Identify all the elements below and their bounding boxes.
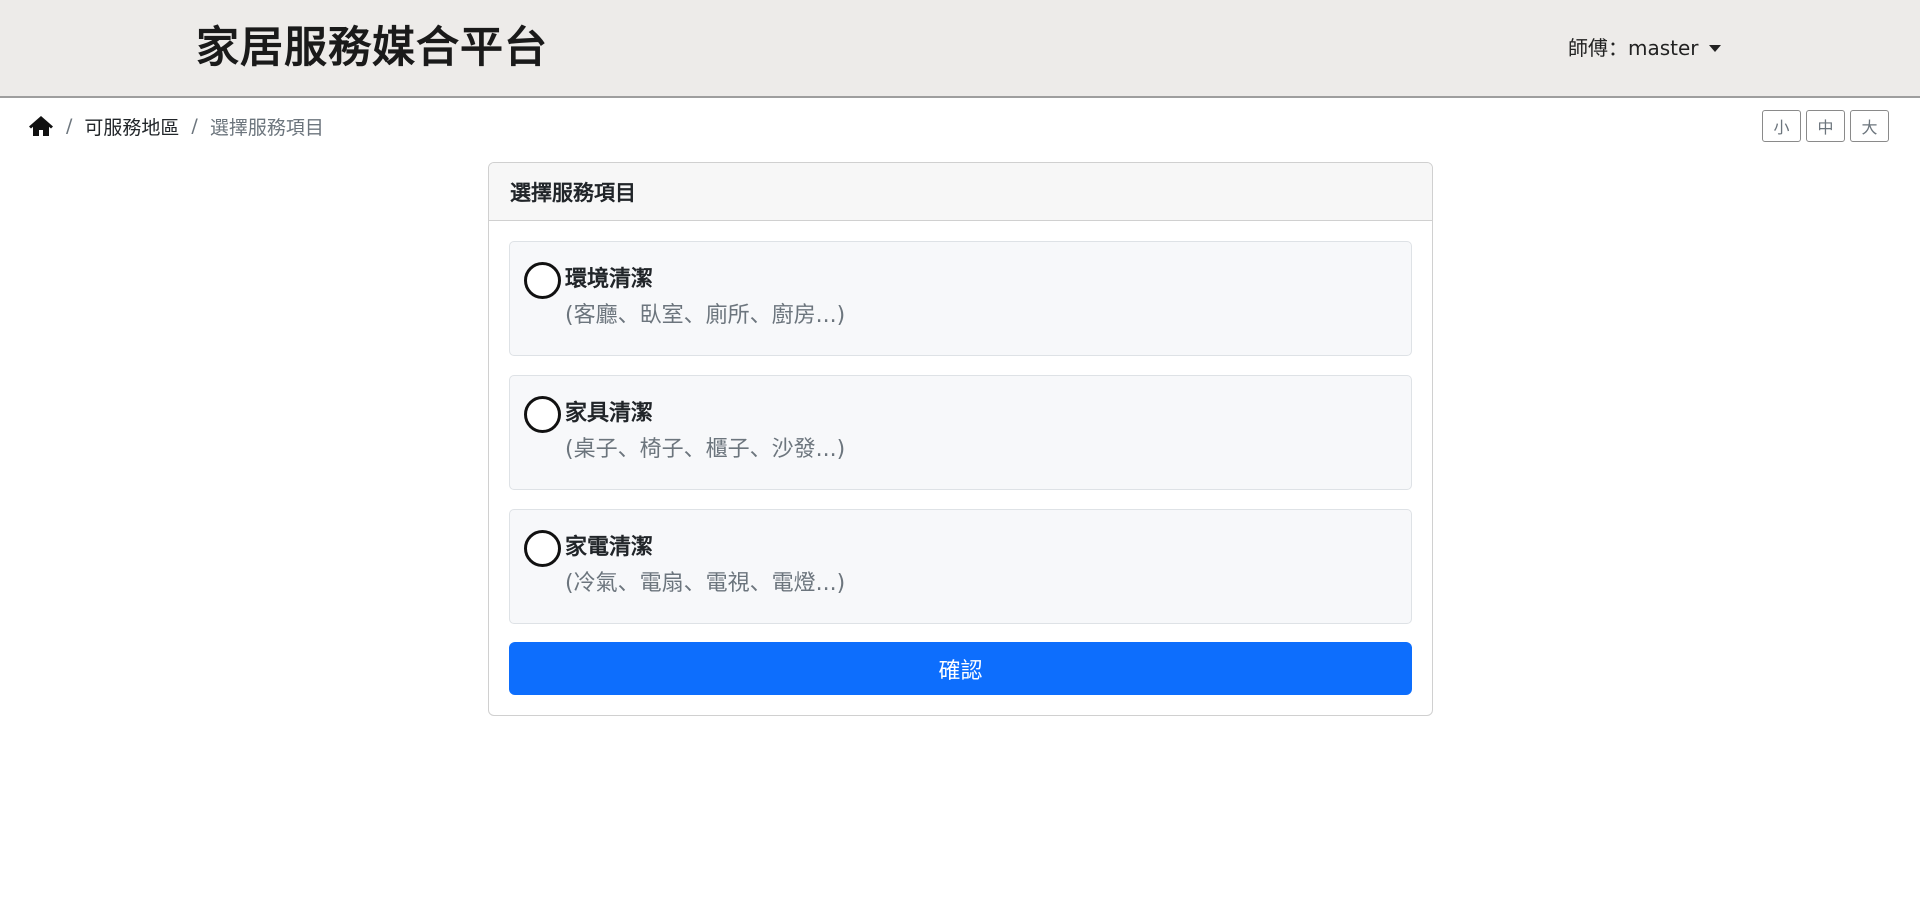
font-size-small-button[interactable]: 小 — [1762, 110, 1801, 142]
breadcrumb-separator: / — [191, 115, 198, 137]
breadcrumb-separator: / — [66, 115, 73, 137]
home-icon[interactable] — [28, 114, 54, 138]
font-size-medium-button[interactable]: 中 — [1806, 110, 1845, 142]
breadcrumb-service-area[interactable]: 可服務地區 — [84, 113, 179, 140]
radio-button[interactable] — [524, 530, 561, 567]
radio-button[interactable] — [524, 396, 561, 433]
option-description: (桌子、椅子、櫃子、沙發...) — [565, 437, 846, 462]
option-title: 環境清潔 — [565, 267, 654, 292]
service-option-appliance[interactable]: 家電清潔 (冷氣、電扇、電視、電燈...) — [509, 509, 1412, 624]
service-selection-card: 選擇服務項目 環境清潔 (客廳、臥室、廁所、廚房...) 家具清潔 (桌子、椅子… — [488, 162, 1433, 716]
option-description: (冷氣、電扇、電視、電燈...) — [565, 571, 846, 596]
user-dropdown-toggle[interactable]: 師傅：master — [1568, 34, 1721, 62]
user-menu-label: 師傅：master — [1568, 36, 1699, 60]
option-title: 家具清潔 — [565, 401, 654, 426]
top-navbar: 家居服務媒合平台 師傅：master — [0, 0, 1920, 98]
service-options-list: 環境清潔 (客廳、臥室、廁所、廚房...) 家具清潔 (桌子、椅子、櫃子、沙發.… — [489, 221, 1432, 624]
breadcrumb: / 可服務地區 / 選擇服務項目 — [28, 112, 324, 140]
option-description: (客廳、臥室、廁所、廚房...) — [565, 303, 846, 328]
font-size-large-button[interactable]: 大 — [1850, 110, 1889, 142]
card-title: 選擇服務項目 — [489, 163, 1432, 221]
option-title: 家電清潔 — [565, 535, 654, 560]
brand-title[interactable]: 家居服務媒合平台 — [196, 22, 548, 74]
caret-down-icon — [1708, 44, 1721, 52]
breadcrumb-current: 選擇服務項目 — [209, 116, 324, 139]
confirm-button[interactable]: 確認 — [509, 642, 1412, 695]
service-option-furniture[interactable]: 家具清潔 (桌子、椅子、櫃子、沙發...) — [509, 375, 1412, 490]
service-option-environment[interactable]: 環境清潔 (客廳、臥室、廁所、廚房...) — [509, 241, 1412, 356]
radio-button[interactable] — [524, 262, 561, 299]
font-size-controls: 小 中 大 — [1762, 110, 1889, 142]
